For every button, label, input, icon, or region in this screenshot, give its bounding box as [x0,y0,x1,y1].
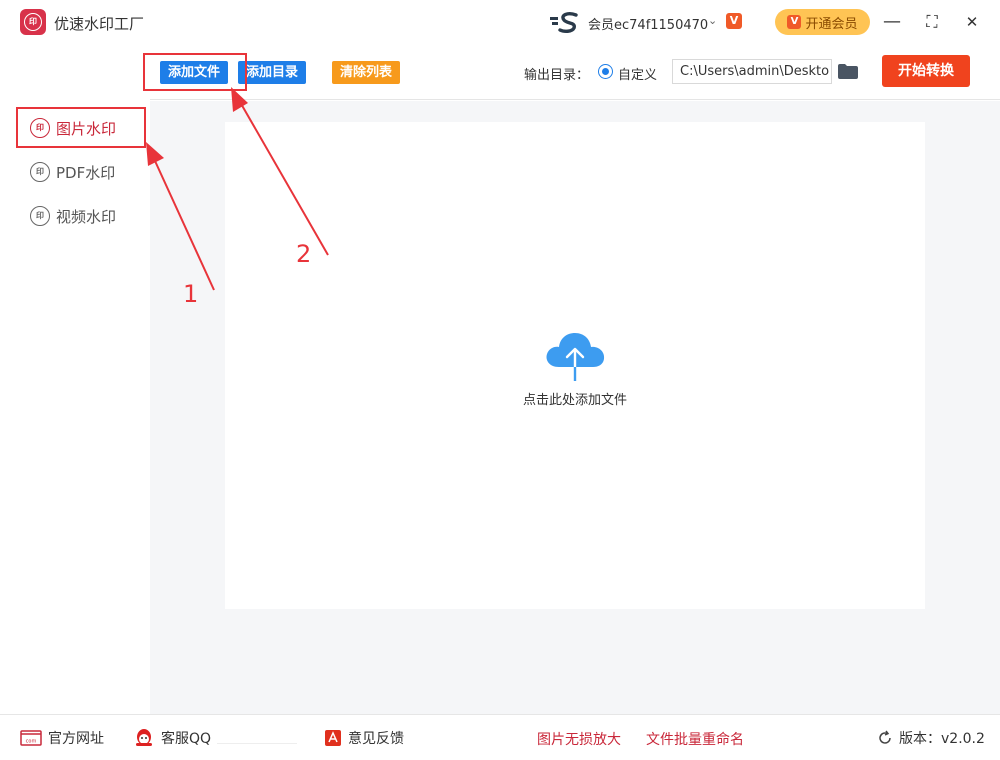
sidebar-item-video-watermark[interactable]: 印 视频水印 [30,205,116,227]
image-upscale-link[interactable]: 图片无损放大 [537,729,621,749]
close-button[interactable]: ✕ [960,10,984,34]
file-dropzone[interactable]: 点击此处添加文件 [225,122,925,609]
qq-label: 客服QQ [161,731,212,747]
website-icon: com [20,730,42,746]
start-convert-button[interactable]: 开始转换 [882,55,970,87]
vip-badge-icon: V [726,13,742,29]
cloud-upload-icon [546,333,605,381]
official-website-link[interactable]: com 官方网址 [20,729,104,747]
official-website-label: 官方网址 [48,731,104,747]
chevron-down-icon[interactable]: ⌄ [708,14,717,27]
user-logo-icon [550,12,578,34]
open-vip-button[interactable]: V 开通会员 [775,9,870,35]
refresh-icon [879,730,891,744]
version-label: 版本：v2.0.2 [899,731,985,747]
dropzone-hint: 点击此处添加文件 [522,393,627,408]
svg-text:com: com [26,739,37,745]
qq-number-field [217,732,298,744]
qq-icon [136,729,152,746]
batch-rename-link[interactable]: 文件批量重命名 [646,729,744,749]
customer-service-qq[interactable]: 客服QQ [133,729,298,747]
output-directory-label: 输出目录： [524,68,590,83]
main-area: 点击此处添加文件 [150,101,1000,714]
feedback-label: 意见反馈 [348,731,404,747]
footer: com 官方网址 客服QQ 意见反馈 图片无损放大 文件批量重命名 版本：v2.… [0,714,1000,760]
annotation-number-1: 1 [183,280,199,308]
folder-icon[interactable] [838,64,858,79]
user-name[interactable]: 会员ec74f1150470 [588,14,708,33]
open-vip-label: 开通会员 [805,16,858,32]
maximize-button[interactable]: ⛶ [920,10,944,34]
output-path-input[interactable]: C:\Users\admin\Deskto [672,59,832,84]
feedback-link[interactable]: 意见反馈 [324,729,404,747]
sidebar-item-pdf-watermark[interactable]: 印 PDF水印 [30,161,115,183]
custom-radio[interactable] [598,64,613,79]
annotation-box-image-watermark [16,107,146,148]
toolbar: 添加文件 添加目录 清除列表 输出目录： 自定义 C:\Users\admin\… [150,44,1000,100]
clear-list-button[interactable]: 清除列表 [332,61,401,84]
sidebar-item-label: PDF水印 [56,163,116,182]
add-directory-button[interactable]: 添加目录 [238,61,307,84]
watermark-stamp-icon: 印 [30,206,50,226]
sidebar-item-label: 视频水印 [56,207,117,226]
minimize-button[interactable]: — [880,10,904,34]
annotation-box-add-file [143,53,247,91]
pdf-feedback-icon [325,730,341,746]
vip-icon: V [787,15,802,29]
title-bar: 印 优速水印工厂 会员ec74f1150470 ⌄ V V 开通会员 — ⛶ ✕ [0,0,1000,44]
annotation-number-2: 2 [296,240,312,268]
watermark-stamp-icon: 印 [30,162,50,182]
app-title: 优速水印工厂 [54,15,145,33]
version-info: 版本：v2.0.2 [877,729,985,747]
custom-radio-label[interactable]: 自定义 [618,64,657,83]
app-logo-icon: 印 [20,9,46,35]
